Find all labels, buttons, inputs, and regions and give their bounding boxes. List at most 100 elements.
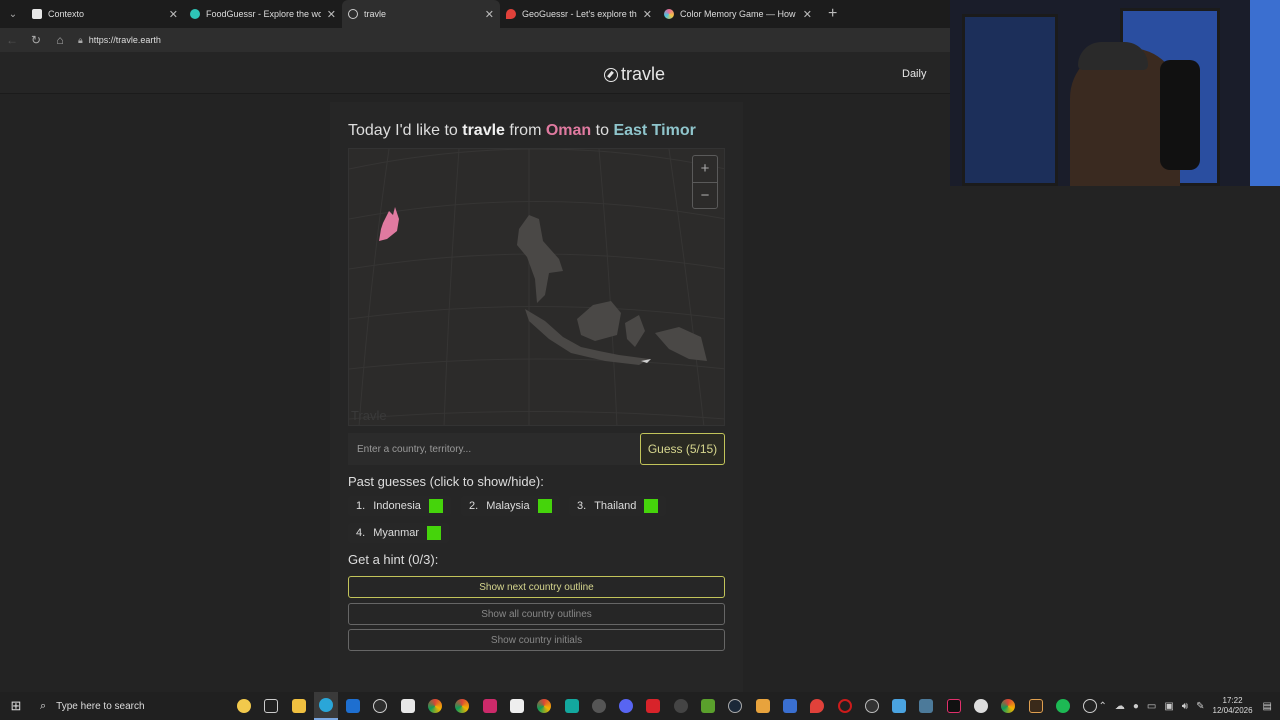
app-icon[interactable] — [914, 692, 938, 720]
guess-item-thailand[interactable]: 3. Thailand — [569, 496, 667, 516]
foodguessr-favicon-icon — [190, 9, 200, 19]
new-tab-plus-icon[interactable]: + — [828, 5, 837, 23]
windows-start-icon[interactable]: ⊞ — [0, 698, 32, 714]
chrome-alt-icon[interactable] — [532, 692, 556, 720]
guess-item-myanmar[interactable]: 4. Myanmar — [348, 523, 450, 543]
vscode-icon[interactable] — [778, 692, 802, 720]
color-wheel-favicon-icon — [664, 9, 674, 19]
settings-gear-icon[interactable] — [587, 692, 611, 720]
windows-taskbar: ⊞ ⌕ Type here to search ⌃ ☁ ● ▭ ▣ 🔊︎ ✎ 1… — [0, 692, 1280, 720]
guess-item-indonesia[interactable]: 1. Indonesia — [348, 496, 451, 516]
4k-icon[interactable] — [669, 692, 693, 720]
file-explorer-icon[interactable] — [287, 692, 311, 720]
microphone — [1160, 60, 1200, 170]
mail-icon[interactable] — [341, 692, 365, 720]
network-icon[interactable]: ▣ — [1164, 701, 1173, 712]
media-icon[interactable] — [505, 692, 529, 720]
home-icon[interactable]: ⌂ — [48, 33, 72, 47]
origin-country: Oman — [545, 122, 592, 139]
store-icon[interactable] — [396, 692, 420, 720]
game-launcher-icon[interactable] — [751, 692, 775, 720]
tray-chevron-icon[interactable]: ⌃ — [1098, 701, 1106, 712]
discord-icon[interactable] — [614, 692, 638, 720]
tab-menu-chevron-icon[interactable]: ⌄ — [0, 0, 26, 28]
chrome-icon[interactable] — [423, 692, 447, 720]
nav-daily-link[interactable]: Daily — [902, 68, 926, 80]
destination-country: East Timor — [613, 122, 696, 139]
browser-tab-bar: ⌄ Contexto ✕ FoodGuessr - Explore the wo… — [0, 0, 950, 28]
volume-icon[interactable]: 🔊︎ — [1182, 701, 1188, 712]
cloud-app-icon[interactable] — [969, 692, 993, 720]
pin-favicon-icon — [506, 9, 516, 19]
hint-title: Get a hint (0/3): — [348, 552, 439, 567]
site-logo[interactable]: travle — [604, 64, 665, 85]
contexto-favicon-icon — [32, 9, 42, 19]
close-icon[interactable]: ✕ — [327, 8, 336, 21]
taskbar-search[interactable]: ⌕ Type here to search — [32, 692, 228, 720]
obs-icon[interactable] — [860, 692, 884, 720]
reload-icon[interactable]: ↻ — [24, 33, 48, 47]
guess-item-malaysia[interactable]: 2. Malaysia — [461, 496, 560, 516]
task-view-icon[interactable] — [259, 692, 283, 720]
url-text: https://travle.earth — [88, 35, 161, 45]
oman-shape — [379, 207, 399, 241]
sulawesi-shape — [625, 315, 645, 347]
tab-geoguessr[interactable]: GeoGuessr - Let's explore the wo ✕ — [500, 0, 658, 28]
tab-color-memory[interactable]: Color Memory Game — How Well ✕ — [658, 0, 818, 28]
tab-title: Color Memory Game — How Well — [680, 9, 797, 19]
tab-title: GeoGuessr - Let's explore the wo — [522, 9, 637, 19]
system-tray: ⌃ ☁ ● ▭ ▣ 🔊︎ ✎ 17:22 12/04/2026 ▤ — [1098, 692, 1280, 720]
opera-icon[interactable] — [833, 692, 857, 720]
url-field[interactable]: 🔒︎ https://travle.earth — [78, 35, 161, 46]
logo-text: travle — [621, 64, 666, 84]
cloud-icon[interactable]: ☁ — [1115, 701, 1125, 712]
close-icon[interactable]: ✕ — [485, 8, 494, 21]
tool-icon[interactable] — [560, 692, 584, 720]
guess-status-indicator — [644, 499, 659, 513]
back-arrow-icon[interactable]: ← — [0, 33, 24, 47]
headline-prefix: Today I'd like to — [348, 122, 458, 139]
monitor-icon[interactable]: ▭ — [1147, 701, 1156, 712]
tab-travle[interactable]: travle ✕ — [342, 0, 500, 28]
minecraft-icon[interactable] — [696, 692, 720, 720]
lock-icon: 🔒︎ — [78, 34, 83, 45]
show-next-outline-button[interactable]: Show next country outline — [348, 576, 725, 598]
copilot-sparkle-icon[interactable] — [232, 692, 256, 720]
site-header: travle Daily — [0, 52, 950, 94]
pen-icon[interactable]: ✎ — [1196, 701, 1204, 712]
show-all-outlines-button[interactable]: Show all country outlines — [348, 603, 725, 625]
close-icon[interactable]: ✕ — [169, 8, 178, 21]
past-guesses-title: Past guesses (click to show/hide): — [348, 474, 544, 489]
guess-button[interactable]: Guess (5/15) — [640, 433, 725, 465]
terminal-icon[interactable] — [1024, 692, 1048, 720]
chrome-profile-icon[interactable] — [450, 692, 474, 720]
notifications-icon[interactable]: ▤ — [1263, 701, 1272, 712]
country-input[interactable] — [348, 433, 640, 465]
world-map[interactable]: + − Travle — [348, 148, 725, 426]
compass-favicon-icon — [348, 9, 358, 19]
edge-icon[interactable] — [313, 692, 338, 720]
window-icon[interactable] — [887, 692, 911, 720]
zoom-out-button[interactable]: − — [693, 183, 717, 209]
headline-to: to — [595, 122, 609, 139]
close-icon[interactable]: ✕ — [643, 8, 652, 21]
clock[interactable]: 17:22 12/04/2026 — [1213, 696, 1253, 716]
guess-number: 3. — [577, 500, 587, 512]
close-icon[interactable]: ✕ — [803, 8, 812, 21]
tab-foodguessr[interactable]: FoodGuessr - Explore the world b ✕ — [184, 0, 342, 28]
webcam-overlay — [950, 0, 1280, 186]
tiktok-icon[interactable] — [942, 692, 966, 720]
show-initials-button[interactable]: Show country initials — [348, 629, 725, 651]
adobe-icon[interactable] — [478, 692, 502, 720]
netflix-icon[interactable] — [641, 692, 665, 720]
compass-icon — [604, 67, 618, 82]
chrome-user-icon[interactable] — [996, 692, 1020, 720]
steam-icon[interactable] — [723, 692, 747, 720]
tab-contexto[interactable]: Contexto ✕ — [26, 0, 184, 28]
guess-row: Guess (5/15) — [348, 433, 725, 465]
microphone-icon[interactable]: ● — [1133, 701, 1139, 712]
xbox-icon[interactable] — [368, 692, 392, 720]
map-pin-icon[interactable] — [805, 692, 829, 720]
spotify-icon[interactable] — [1051, 692, 1075, 720]
zoom-in-button[interactable]: + — [693, 156, 717, 182]
